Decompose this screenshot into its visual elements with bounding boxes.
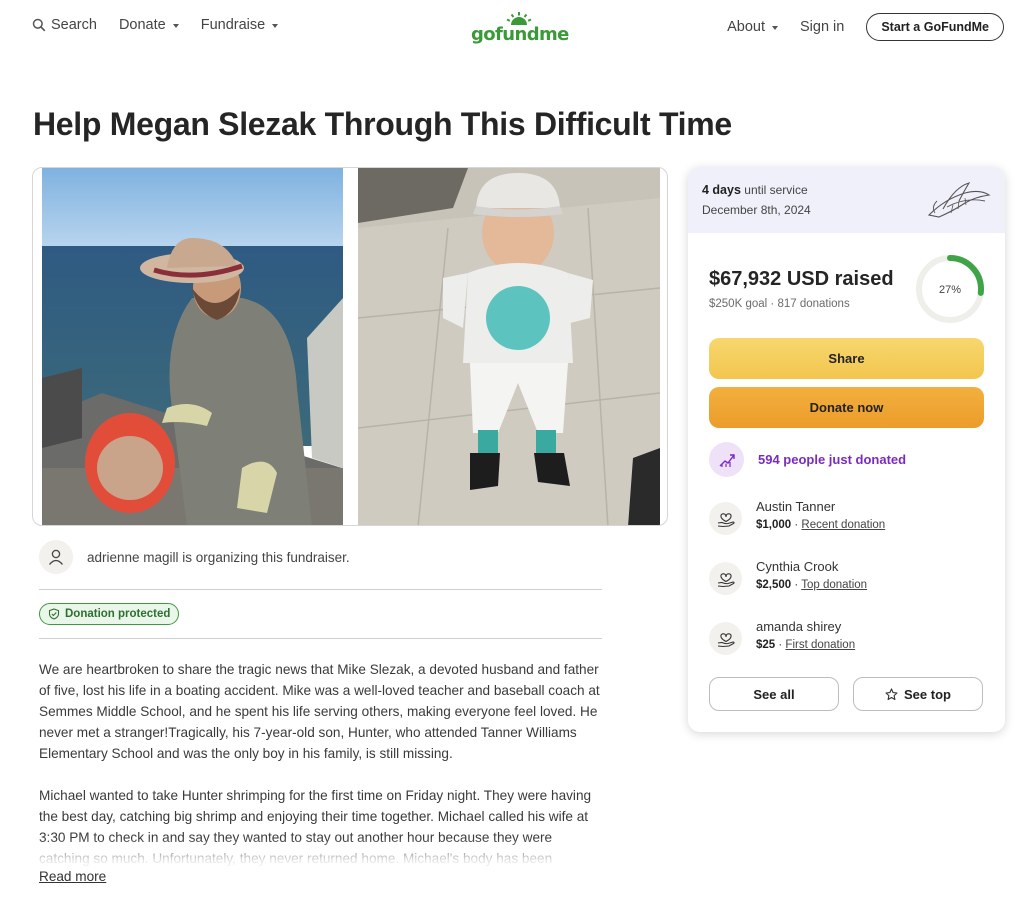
- donor-amount-line: $2,500 · Top donation: [756, 579, 868, 591]
- heart-hand-icon: [717, 572, 735, 587]
- organizer-text: adrienne magill is organizing this fundr…: [87, 549, 350, 565]
- photo-boy-baseball: [358, 168, 660, 525]
- recent-donation-link[interactable]: Recent donation: [801, 519, 885, 531]
- search-link[interactable]: Search: [32, 17, 97, 33]
- top-navigation: Search Donate Fundraise gofundme About S…: [0, 0, 1024, 56]
- search-label: Search: [51, 17, 97, 33]
- goal-amount: $250K goal: [709, 298, 768, 310]
- about-menu[interactable]: About: [727, 19, 778, 35]
- gofundme-logo[interactable]: gofundme: [471, 12, 569, 46]
- days-suffix: until service: [744, 183, 808, 197]
- caret-down-icon: [272, 24, 279, 28]
- story-paragraph: We are heartbroken to share the tragic n…: [39, 662, 600, 761]
- about-label: About: [727, 19, 765, 35]
- heart-hand-icon: [717, 632, 735, 647]
- just-donated-text: 594 people just donated: [758, 452, 907, 467]
- divider: [39, 638, 602, 639]
- top-donation-link[interactable]: Top donation: [801, 579, 867, 591]
- donor-avatar: [709, 562, 742, 595]
- just-donated-row: 594 people just donated: [709, 442, 906, 477]
- donor-name: Cynthia Crook: [756, 559, 839, 574]
- logo-text: gofundme: [471, 24, 569, 45]
- photo-father-boat-image: [42, 168, 343, 525]
- donor-amount: $2,500: [756, 579, 792, 591]
- donor-avatar: [709, 502, 742, 535]
- organizer-row: adrienne magill is organizing this fundr…: [39, 540, 350, 574]
- days-count: 4 days: [702, 183, 741, 197]
- first-donation-link[interactable]: First donation: [785, 639, 855, 651]
- donor-item: Cynthia Crook $2,500 · Top donation: [709, 559, 867, 595]
- trending-up-badge: [709, 442, 744, 477]
- user-icon: [48, 549, 64, 565]
- search-icon: [32, 18, 46, 32]
- donor-amount: $1,000: [756, 519, 792, 531]
- share-button[interactable]: Share: [709, 338, 984, 379]
- photo-boy-baseball-image: [358, 168, 660, 525]
- caret-down-icon: [772, 26, 778, 30]
- fundraiser-photo[interactable]: [32, 167, 668, 526]
- sign-in-link[interactable]: Sign in: [800, 19, 844, 35]
- donate-now-button[interactable]: Donate now: [709, 387, 984, 428]
- donor-amount-line: $25 · First donation: [756, 639, 856, 651]
- donation-protected-badge[interactable]: Donation protected: [39, 603, 180, 625]
- sign-in-label: Sign in: [800, 19, 845, 35]
- page-title: Help Megan Slezak Through This Difficult…: [33, 106, 732, 142]
- story-fade: [39, 838, 609, 870]
- trending-up-icon: [719, 453, 735, 467]
- service-banner: 4 days until service December 8th, 2024: [688, 167, 1005, 233]
- caret-down-icon: [172, 24, 179, 28]
- see-top-button[interactable]: See top: [853, 677, 983, 711]
- donor-amount: $25: [756, 639, 776, 651]
- donor-name: amanda shirey: [756, 619, 842, 634]
- donation-count: 817 donations: [777, 298, 850, 310]
- progress-ring: 27%: [916, 255, 984, 323]
- nav-left-group: Search Donate Fundraise: [32, 17, 279, 33]
- amount-raised: $67,932 USD raised: [709, 268, 894, 290]
- donation-card: 4 days until service December 8th, 2024 …: [688, 167, 1005, 732]
- shield-check-icon: [48, 608, 60, 620]
- start-gofundme-button[interactable]: Start a GoFundMe: [866, 13, 1004, 41]
- memorial-leaf-icon: [927, 182, 991, 218]
- star-icon: [885, 687, 898, 700]
- donor-amount-line: $1,000 · Recent donation: [756, 519, 886, 531]
- donor-name: Austin Tanner: [756, 499, 836, 514]
- days-until-service: 4 days until service: [702, 183, 808, 197]
- donation-protected-label: Donation protected: [65, 608, 171, 620]
- see-all-button[interactable]: See all: [709, 677, 839, 711]
- see-top-label: See top: [904, 686, 951, 702]
- donate-menu[interactable]: Donate: [119, 17, 179, 33]
- avatar: [39, 540, 73, 574]
- donor-item: Austin Tanner $1,000 · Recent donation: [709, 499, 885, 535]
- nav-right-group: About Sign in Start a GoFundMe: [727, 13, 1004, 41]
- donor-details: Cynthia Crook $2,500 · Top donation: [756, 559, 867, 591]
- fundraise-menu[interactable]: Fundraise: [200, 17, 279, 33]
- fundraise-label: Fundraise: [200, 17, 266, 33]
- donate-label: Donate: [118, 17, 166, 33]
- read-more-link[interactable]: Read more: [39, 869, 106, 884]
- heart-hand-icon: [717, 512, 735, 527]
- donor-details: amanda shirey $25 · First donation: [756, 619, 855, 651]
- see-all-label: See all: [753, 686, 795, 702]
- photo-father-boat: [42, 168, 343, 525]
- donor-item: amanda shirey $25 · First donation: [709, 619, 855, 655]
- service-date: December 8th, 2024: [702, 203, 811, 217]
- donor-details: Austin Tanner $1,000 · Recent donation: [756, 499, 885, 531]
- divider: [39, 589, 602, 590]
- donor-avatar: [709, 622, 742, 655]
- goal-summary: $250K goal · 817 donations: [709, 298, 850, 310]
- progress-percent: 27%: [939, 284, 961, 296]
